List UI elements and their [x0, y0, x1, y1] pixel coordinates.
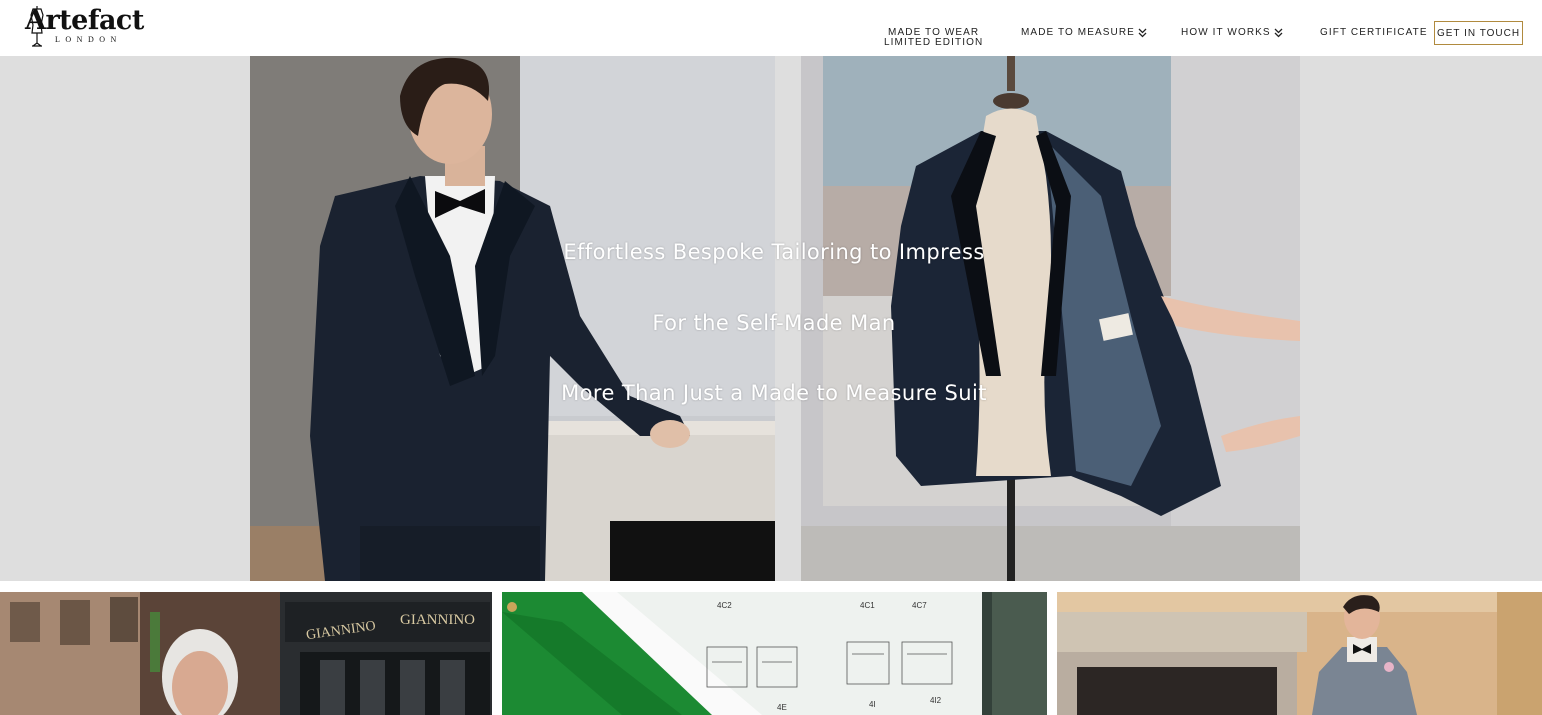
hero-banner: Effortless Bespoke Tailoring to Impress … — [0, 56, 1542, 581]
double-chevron-down-icon — [1274, 28, 1283, 38]
pattern-label-1: 4C2 — [717, 601, 732, 610]
nav-made-to-measure[interactable]: MADE TO MEASURE — [1021, 28, 1147, 38]
pattern-label-2: 4C1 — [860, 601, 875, 610]
hero-headline: Effortless Bespoke Tailoring to Impress — [563, 240, 985, 264]
brand-logo[interactable]: Artefact LONDON — [25, 4, 144, 48]
double-chevron-down-icon — [1138, 28, 1147, 38]
nav-gift-certificate[interactable]: GIFT CERTIFICATE — [1320, 28, 1428, 38]
brand-wordmark: Artefact — [25, 5, 144, 36]
pattern-label-3: 4C7 — [912, 601, 927, 610]
hero-tagline: More Than Just a Made to Measure Suit — [561, 381, 987, 405]
pattern-label-5: 4I — [869, 700, 876, 709]
nav-made-to-measure-label: MADE TO MEASURE — [1021, 27, 1135, 38]
pattern-label-4: 4E — [777, 703, 787, 712]
hero-subheadline: For the Self-Made Man — [652, 311, 896, 335]
nav-made-to-wear[interactable]: MADE TO WEAR LIMITED EDITION — [884, 28, 983, 48]
hero-text-overlay: Effortless Bespoke Tailoring to Impress … — [0, 56, 1542, 581]
brand-subtitle: LONDON — [55, 35, 122, 44]
thumbnail-groom-tweed-suit[interactable] — [1057, 592, 1542, 715]
nav-how-it-works-label: HOW IT WORKS — [1181, 27, 1271, 38]
shop-sign-text-right: GIANNINO — [400, 612, 475, 628]
thumbnail-street-portrait[interactable]: GIANNINO GIANNINO — [0, 592, 492, 715]
nav-how-it-works[interactable]: HOW IT WORKS — [1181, 28, 1283, 38]
pattern-label-6: 4I2 — [930, 696, 942, 705]
feature-thumbnails: GIANNINO GIANNINO 4C2 4C1 4C7 4E 4I 4I2 — [0, 592, 1542, 715]
get-in-touch-button[interactable]: GET IN TOUCH — [1434, 21, 1523, 45]
nav-made-to-wear-line2: LIMITED EDITION — [884, 37, 984, 48]
site-header: Artefact LONDON MADE TO WEAR LIMITED EDI… — [0, 0, 1542, 56]
thumbnail-pattern-sketches[interactable]: 4C2 4C1 4C7 4E 4I 4I2 — [502, 592, 1047, 715]
